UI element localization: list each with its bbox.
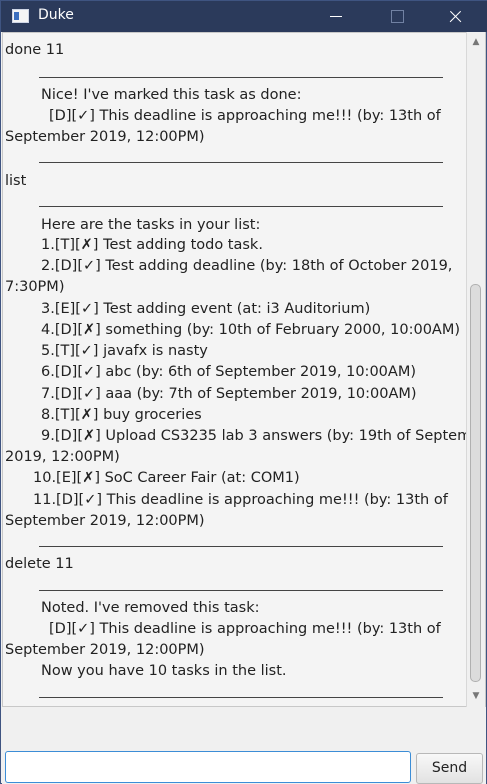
user-message: list	[5, 173, 27, 189]
separator	[39, 546, 443, 547]
task-item: 1.[T][✗] Test adding todo task.	[41, 237, 263, 253]
separator	[39, 206, 443, 207]
vertical-scrollbar[interactable]: ▲ ▼	[466, 32, 485, 707]
input-area: Send	[2, 707, 486, 784]
scroll-down-arrow-icon[interactable]: ▼	[467, 688, 485, 704]
user-input-field[interactable]	[5, 751, 411, 783]
app-icon	[12, 9, 29, 23]
close-button[interactable]	[431, 1, 477, 32]
separator	[39, 162, 443, 163]
separator	[39, 77, 443, 78]
task-item: 8.[T][✗] buy groceries	[41, 407, 202, 423]
task-item: 7.[D][✓] aaa (by: 7th of September 2019,…	[41, 386, 417, 402]
task-item: 6.[D][✓] abc (by: 6th of September 2019,…	[41, 364, 416, 380]
duke-message-line: September 2019, 12:00PM)	[5, 129, 205, 145]
task-item: 3.[E][✓] Test adding event (at: i3 Audit…	[41, 301, 371, 317]
duke-message-line: Noted. I've removed this task:	[41, 600, 260, 616]
window-title: Duke	[38, 7, 74, 23]
task-item-wrap: September 2019, 12:00PM)	[5, 513, 205, 529]
task-item: 4.[D][✗] something (by: 10th of February…	[41, 322, 461, 338]
task-item: 11.[D][✓] This deadline is approaching m…	[33, 492, 448, 508]
duke-message-line: Now you have 10 tasks in the list.	[41, 663, 287, 679]
task-item: 5.[T][✓] javafx is nasty	[41, 343, 208, 359]
separator	[39, 697, 443, 698]
minimize-button[interactable]	[313, 1, 359, 32]
task-item: 10.[E][✗] SoC Career Fair (at: COM1)	[33, 470, 300, 486]
title-bar[interactable]: Duke	[1, 1, 487, 32]
duke-message-line: Here are the tasks in your list:	[41, 217, 261, 233]
user-message: delete 11	[5, 556, 74, 572]
user-message: done 11	[5, 42, 65, 58]
scroll-thumb[interactable]	[470, 284, 481, 682]
maximize-button[interactable]	[374, 1, 420, 32]
duke-message-line: [D][✓] This deadline is approaching me!!…	[49, 108, 441, 124]
duke-window: Duke done 11 Nice! I've marked this task…	[0, 0, 487, 784]
task-item: 9.[D][✗] Upload CS3235 lab 3 answers (by…	[41, 428, 486, 444]
task-item-wrap: 7:30PM)	[5, 279, 65, 295]
task-item-wrap: 2019, 12:00PM)	[5, 449, 120, 465]
send-button[interactable]: Send	[416, 753, 483, 784]
separator	[39, 590, 443, 591]
duke-message-line: [D][✓] This deadline is approaching me!!…	[49, 621, 441, 637]
dialog-container[interactable]: done 11 Nice! I've marked this task as d…	[2, 32, 486, 707]
scroll-up-arrow-icon[interactable]: ▲	[467, 34, 485, 50]
duke-message-line: Nice! I've marked this task as done:	[41, 87, 302, 103]
duke-message-line: September 2019, 12:00PM)	[5, 642, 205, 658]
task-item: 2.[D][✓] Test adding deadline (by: 18th …	[41, 258, 453, 274]
